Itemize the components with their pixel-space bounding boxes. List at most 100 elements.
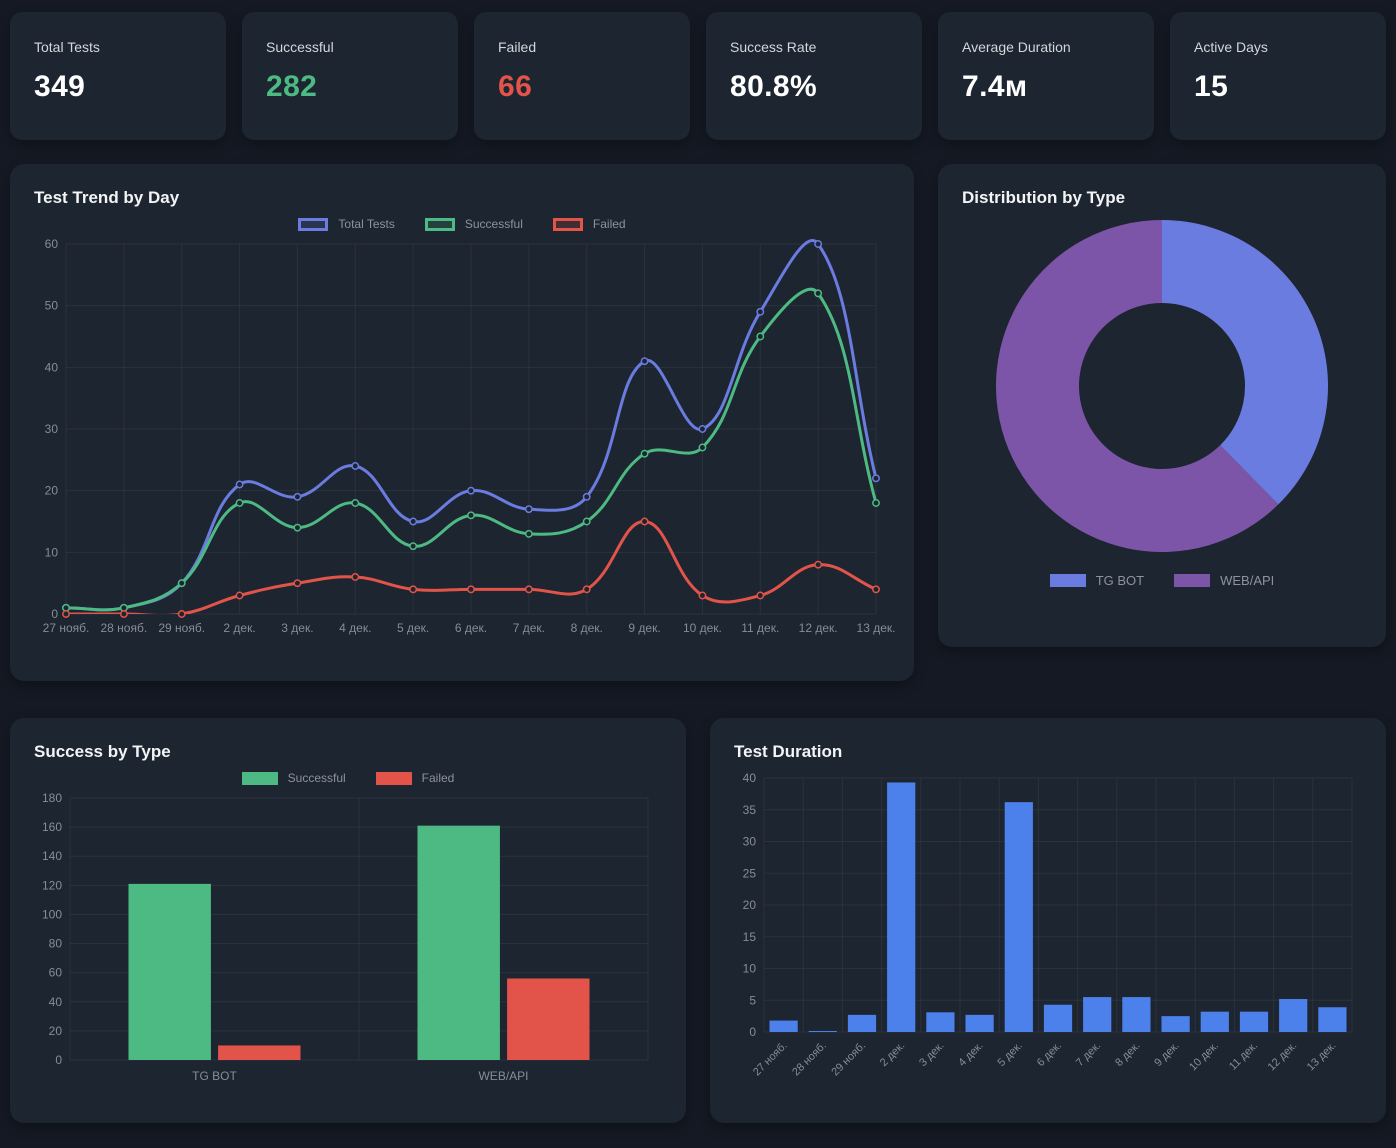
data-point[interactable]	[526, 506, 532, 512]
data-point[interactable]	[294, 494, 300, 500]
bar-duration[interactable]	[887, 782, 915, 1032]
y-tick-label: 140	[42, 849, 62, 863]
bar-duration[interactable]	[1201, 1012, 1229, 1032]
stat-value: 282	[266, 70, 434, 104]
x-tick-label: 28 нояб.	[101, 621, 148, 635]
bar-failed[interactable]	[507, 978, 589, 1060]
bar-duration[interactable]	[1122, 997, 1150, 1032]
bar-duration[interactable]	[769, 1021, 797, 1032]
y-tick-label: 60	[49, 966, 63, 980]
legend-item-web-api[interactable]: WEB/API	[1174, 573, 1274, 588]
bar-duration[interactable]	[1161, 1016, 1189, 1032]
legend-label: Total Tests	[338, 217, 394, 231]
trend-line-chart[interactable]: 010203040506027 нояб.28 нояб.29 нояб.2 д…	[34, 236, 890, 640]
y-tick-label: 40	[49, 995, 63, 1009]
data-point[interactable]	[815, 561, 821, 567]
data-point[interactable]	[526, 531, 532, 537]
data-point[interactable]	[873, 500, 879, 506]
trend-chart-legend: Total Tests Successful Failed	[34, 214, 890, 234]
stat-card-successful: Successful 282	[242, 12, 458, 140]
legend-item-failed[interactable]: Failed	[553, 217, 626, 231]
bar-duration[interactable]	[848, 1015, 876, 1032]
data-point[interactable]	[873, 586, 879, 592]
data-point[interactable]	[179, 611, 185, 617]
success-by-type-title: Success by Type	[34, 742, 662, 762]
data-point[interactable]	[699, 444, 705, 450]
data-point[interactable]	[294, 580, 300, 586]
x-tick-label: 6 дек.	[455, 621, 487, 635]
bar-successful[interactable]	[128, 884, 210, 1060]
data-point[interactable]	[584, 586, 590, 592]
stat-card-total-tests: Total Tests 349	[10, 12, 226, 140]
data-point[interactable]	[526, 586, 532, 592]
bar-successful[interactable]	[417, 826, 499, 1060]
y-tick-label: 40	[45, 360, 59, 374]
x-tick-label: 3 дек.	[917, 1040, 946, 1069]
data-point[interactable]	[468, 586, 474, 592]
donut-slice-tg-bot[interactable]	[1162, 220, 1328, 504]
data-point[interactable]	[179, 580, 185, 586]
legend-label: Failed	[422, 771, 455, 785]
bar-duration[interactable]	[809, 1031, 837, 1032]
data-point[interactable]	[584, 518, 590, 524]
data-point[interactable]	[352, 463, 358, 469]
data-point[interactable]	[641, 358, 647, 364]
data-point[interactable]	[410, 543, 416, 549]
legend-item-successful[interactable]: Successful	[425, 217, 523, 231]
y-tick-label: 20	[45, 484, 59, 498]
stat-card-average-duration: Average Duration 7.4м	[938, 12, 1154, 140]
y-tick-label: 15	[743, 930, 757, 944]
data-point[interactable]	[294, 524, 300, 530]
data-point[interactable]	[236, 481, 242, 487]
stat-label: Average Duration	[962, 39, 1130, 55]
data-point[interactable]	[236, 592, 242, 598]
data-point[interactable]	[63, 611, 69, 617]
legend-item-failed[interactable]: Failed	[376, 771, 455, 785]
duration-chart-card: Test Duration 051015202530354027 нояб.28…	[710, 718, 1386, 1123]
stat-value: 80.8%	[730, 70, 898, 104]
bar-duration[interactable]	[1318, 1007, 1346, 1032]
duration-bar-chart[interactable]: 051015202530354027 нояб.28 нояб.29 нояб.…	[734, 768, 1362, 1090]
bar-duration[interactable]	[1279, 999, 1307, 1032]
stat-label: Failed	[498, 39, 666, 55]
bar-duration[interactable]	[1005, 802, 1033, 1032]
distribution-donut-chart[interactable]	[972, 214, 1352, 560]
x-tick-label: 5 дек.	[996, 1040, 1025, 1069]
legend-item-successful[interactable]: Successful	[242, 771, 346, 785]
success-by-type-bar-chart[interactable]: 020406080100120140160180TG BOTWEB/API	[34, 790, 662, 1090]
bar-duration[interactable]	[1044, 1005, 1072, 1032]
data-point[interactable]	[352, 574, 358, 580]
data-point[interactable]	[410, 518, 416, 524]
distribution-chart-legend: TG BOT WEB/API	[962, 570, 1362, 590]
data-point[interactable]	[121, 611, 127, 617]
data-point[interactable]	[584, 494, 590, 500]
x-tick-label: 11 дек.	[1227, 1040, 1260, 1073]
data-point[interactable]	[757, 333, 763, 339]
data-point[interactable]	[352, 500, 358, 506]
data-point[interactable]	[468, 487, 474, 493]
bar-duration[interactable]	[926, 1012, 954, 1032]
data-point[interactable]	[699, 426, 705, 432]
data-point[interactable]	[410, 586, 416, 592]
y-tick-label: 40	[743, 771, 757, 785]
data-point[interactable]	[641, 450, 647, 456]
bar-duration[interactable]	[965, 1015, 993, 1032]
bar-duration[interactable]	[1083, 997, 1111, 1032]
y-tick-label: 120	[42, 878, 62, 892]
data-point[interactable]	[699, 592, 705, 598]
legend-item-total-tests[interactable]: Total Tests	[298, 217, 394, 231]
data-point[interactable]	[873, 475, 879, 481]
bar-duration[interactable]	[1240, 1012, 1268, 1032]
y-tick-label: 60	[45, 237, 59, 251]
data-point[interactable]	[757, 592, 763, 598]
data-point[interactable]	[815, 241, 821, 247]
charts-row-bottom: Success by Type SuccessfulFailed 0204060…	[10, 718, 1386, 1123]
data-point[interactable]	[641, 518, 647, 524]
data-point[interactable]	[757, 309, 763, 315]
data-point[interactable]	[815, 290, 821, 296]
data-point[interactable]	[236, 500, 242, 506]
bar-failed[interactable]	[218, 1045, 300, 1060]
data-point[interactable]	[468, 512, 474, 518]
y-tick-label: 30	[45, 422, 59, 436]
legend-item-tg-bot[interactable]: TG BOT	[1050, 573, 1144, 588]
